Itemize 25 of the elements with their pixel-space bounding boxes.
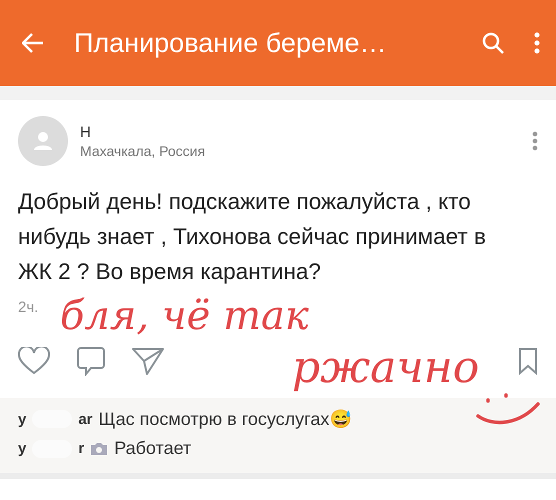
comment[interactable]: у ar Щас посмотрю в госуслугах😅 — [18, 408, 538, 430]
comment-author: у — [18, 410, 26, 428]
back-arrow-icon[interactable] — [22, 33, 44, 53]
comment-text: Щас посмотрю в госуслугах😅 — [98, 408, 352, 430]
toolbar-title: Планирование береме… — [74, 28, 388, 58]
author-location: Махачкала, Россия — [80, 142, 206, 158]
comment-icon[interactable] — [76, 346, 106, 376]
comment-author: r — [78, 440, 84, 457]
bookmark-icon[interactable] — [518, 347, 538, 375]
comment-author: ar — [78, 410, 93, 428]
author-name: Н — [80, 124, 92, 140]
avatar — [18, 116, 68, 166]
camera-icon — [90, 442, 108, 456]
handwritten-note: бля, чё так — [60, 296, 309, 336]
more-icon[interactable] — [534, 32, 540, 54]
more-icon[interactable] — [532, 131, 538, 151]
handwritten-note: ржачно — [292, 346, 480, 390]
send-icon[interactable] — [132, 346, 164, 376]
like-icon[interactable] — [18, 347, 50, 375]
comment-text: Работает — [114, 438, 192, 459]
comment-author: у — [18, 440, 26, 457]
post-time: 2ч. — [18, 299, 38, 316]
comment[interactable]: у r Работает — [18, 438, 538, 459]
search-icon[interactable] — [482, 32, 504, 54]
post-text: Добрый день! подскажите пожалуйста , кто нибудь знает , Тихонова сейчас принимает в ЖК 2 ? Во время карантина? — [18, 188, 487, 286]
